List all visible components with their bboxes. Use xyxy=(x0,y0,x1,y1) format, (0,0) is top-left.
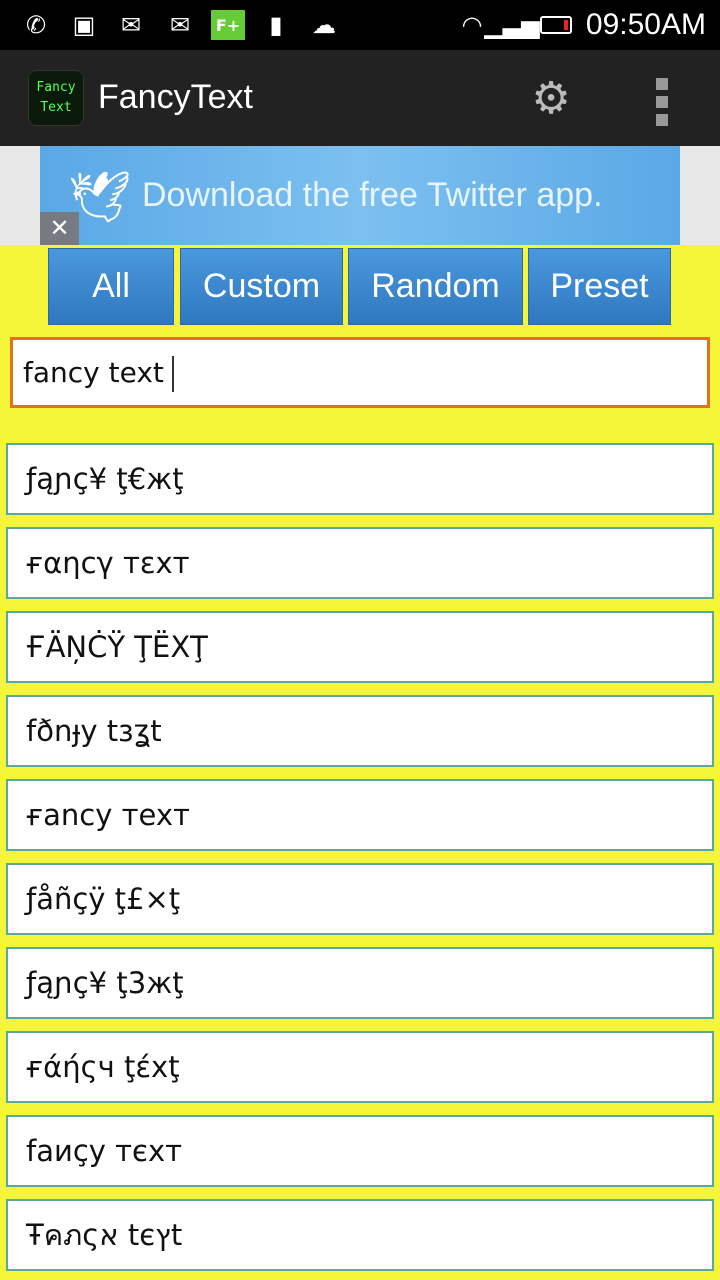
battery-icon xyxy=(540,10,572,40)
app-logo: Fancy Text xyxy=(28,70,84,126)
settings-gear-icon[interactable]: ⚙ xyxy=(528,76,574,122)
input-value: fancy text xyxy=(23,356,164,389)
tab-all[interactable]: All xyxy=(48,248,174,325)
app-title: FancyText xyxy=(98,78,253,116)
list-item[interactable]: ғancy тexт xyxy=(6,779,714,851)
text-cursor xyxy=(171,356,174,392)
flashlight-icon: ▮ xyxy=(269,11,283,39)
weather-icon: ☁ xyxy=(312,11,336,39)
status-bar: ✆ ▣ ✉ ✉ F+ ▮ ☁ ◠ ▁▃▅ 09:50AM xyxy=(0,0,720,50)
email-icon: ✉ xyxy=(169,11,191,39)
ad-banner[interactable]: 🕊 Download the free Twitter app. xyxy=(40,146,680,245)
signal-icon: ▁▃▅ xyxy=(484,11,540,39)
list-item[interactable]: ƒąɲç¥ ţ3жţ xyxy=(6,947,714,1019)
ad-close-button[interactable]: ✕ xyxy=(40,212,79,245)
list-item[interactable]: faиçy тєxт xyxy=(6,1115,714,1187)
text-input[interactable]: fancy text xyxy=(10,337,710,408)
ad-text: Download the free Twitter app. xyxy=(142,176,603,214)
list-item[interactable]: ƒąɲç¥ ţ€жţ xyxy=(6,443,714,515)
clock: 09:50AM xyxy=(585,8,706,41)
gmail-icon: ✉ xyxy=(120,11,142,39)
list-item[interactable]: ғάήςч ţέxţ xyxy=(6,1031,714,1103)
ad-banner-area: 🕊 Download the free Twitter app. ✕ xyxy=(0,146,720,245)
tab-custom[interactable]: Custom xyxy=(180,248,343,325)
gallery-icon: ▣ xyxy=(72,11,96,39)
list-item[interactable]: ҒÄŅĊŸ ŢЁХŢ xyxy=(6,611,714,683)
logo-text: Fancy xyxy=(36,80,76,95)
app-bar: Fancy Text FancyText ⚙ xyxy=(0,50,720,146)
list-item[interactable]: Ŧคภςא tєץt xyxy=(6,1199,714,1271)
tab-preset[interactable]: Preset xyxy=(528,248,671,325)
list-item[interactable]: ғαηcγ тεхт xyxy=(6,527,714,599)
overflow-menu-icon[interactable] xyxy=(656,78,670,126)
list-item[interactable]: ƒåñçÿ ţ£×ţ xyxy=(6,863,714,935)
tab-random[interactable]: Random xyxy=(348,248,523,325)
fplus-icon: F+ xyxy=(211,10,245,40)
list-item[interactable]: fðnɟy tɜʓt xyxy=(6,695,714,767)
logo-text: Text xyxy=(40,100,72,115)
whatsapp-icon: ✆ xyxy=(25,11,47,39)
